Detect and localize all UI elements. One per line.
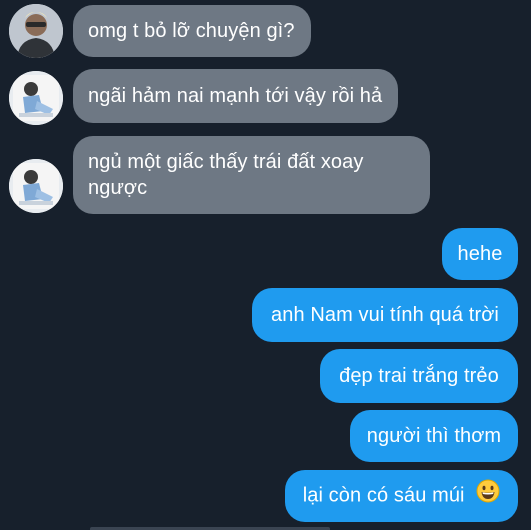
message-text: ngủ một giấc thấy trái đất xoay ngược <box>88 151 364 199</box>
message-bubble-outgoing[interactable]: anh Nam vui tính quá trời <box>252 288 518 342</box>
message-text: ngãi hảm nai mạnh tới vậy rồi hả <box>88 85 383 107</box>
avatar-icon <box>9 4 63 58</box>
message-text: lại còn có sáu múi <box>302 484 465 507</box>
sender-avatar-2[interactable] <box>9 71 63 125</box>
message-text: anh Nam vui tính quá trời <box>271 304 499 326</box>
grinning-face-icon <box>476 479 500 510</box>
message-row-incoming: ngãi hảm nai mạnh tới vậy rồi hả <box>0 66 531 128</box>
avatar-icon <box>9 71 63 125</box>
message-row-incoming: omg t bỏ lỡ chuyện gì? <box>0 0 531 64</box>
message-text: omg t bỏ lỡ chuyện gì? <box>88 20 295 42</box>
message-bubble-outgoing[interactable]: hehe <box>442 228 518 280</box>
message-bubble-incoming[interactable]: ngủ một giấc thấy trái đất xoay ngược <box>73 136 430 214</box>
message-row-incoming: ngủ một giấc thấy trái đất xoay ngược <box>0 134 531 218</box>
avatar-icon <box>9 159 63 213</box>
message-text: hehe <box>457 243 503 265</box>
message-bubble-incoming[interactable]: ngãi hảm nai mạnh tới vậy rồi hả <box>73 69 399 123</box>
message-text: người thì thơm <box>366 425 502 447</box>
message-text: đẹp trai trắng trẻo <box>339 365 499 387</box>
message-bubble-outgoing[interactable]: lại còn có sáu múi <box>285 470 518 522</box>
sender-avatar-1[interactable] <box>9 4 63 58</box>
message-bubble-incoming[interactable]: omg t bỏ lỡ chuyện gì? <box>73 5 311 57</box>
message-bubble-outgoing[interactable]: đẹp trai trắng trẻo <box>320 349 518 403</box>
sender-avatar-3[interactable] <box>9 159 63 213</box>
message-bubble-outgoing[interactable]: người thì thơm <box>350 410 518 462</box>
